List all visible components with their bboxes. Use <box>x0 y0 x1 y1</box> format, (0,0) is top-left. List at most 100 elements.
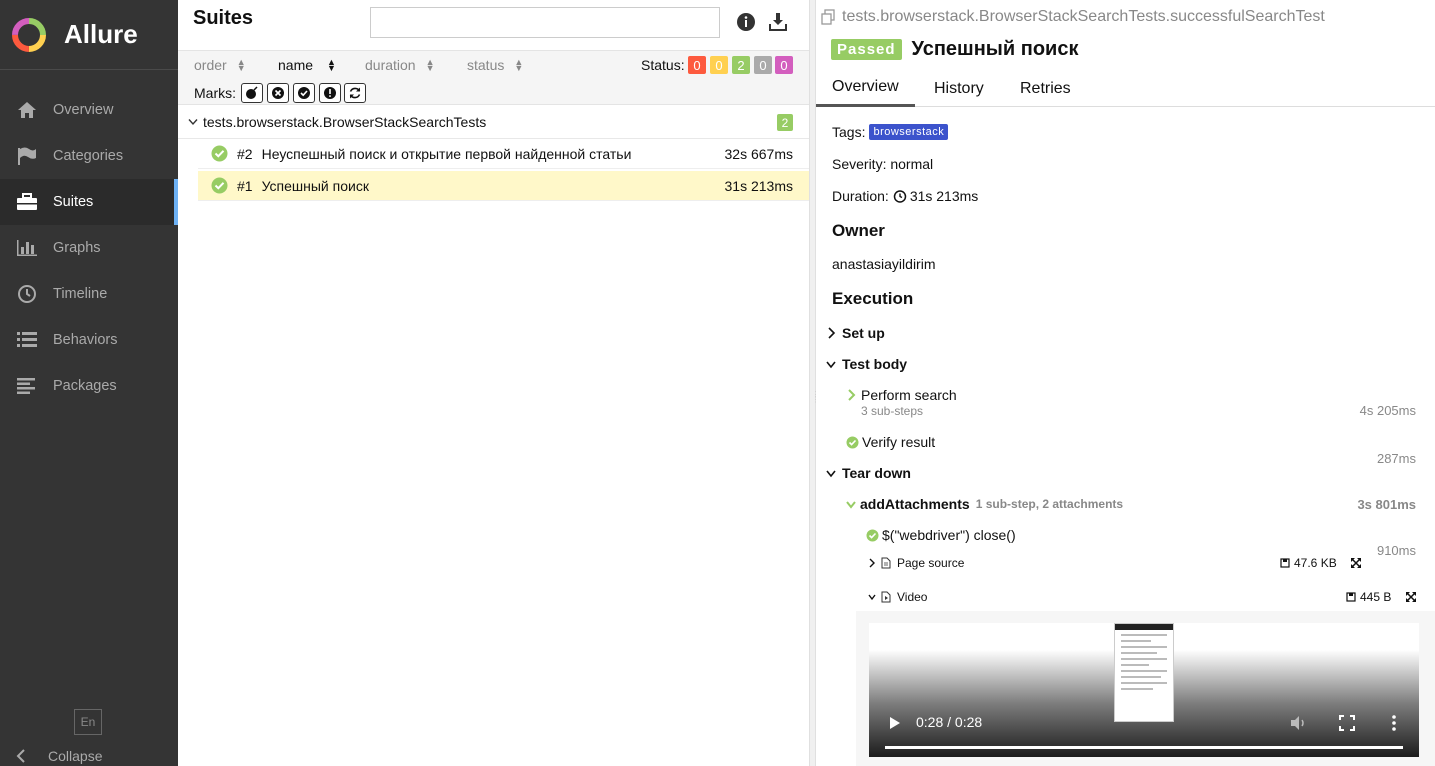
owner-heading: Owner <box>832 221 885 240</box>
test-row-selected[interactable]: #1 Успешный поиск 31s 213ms <box>198 171 810 201</box>
attachment-page-source[interactable]: Page source <box>868 556 964 570</box>
setup-label: Set up <box>842 325 885 341</box>
sort-duration[interactable]: duration ▲ ▼ <box>365 57 435 73</box>
check-circle-icon <box>866 529 879 541</box>
copy-icon[interactable] <box>820 9 836 25</box>
mark-new-failed-button[interactable] <box>267 83 289 103</box>
teardown-label: Tear down <box>842 465 911 481</box>
page-source-size-value: 47.6 KB <box>1294 556 1337 570</box>
page-source-label: Page source <box>897 556 965 570</box>
test-row[interactable]: #2 Неуспешный поиск и открытие первой на… <box>198 139 810 169</box>
suite-group-count-badge: 2 <box>777 114 793 131</box>
expand-icon[interactable] <box>1405 591 1417 603</box>
sidebar-item-suites[interactable]: Suites <box>0 179 178 225</box>
video-size-value: 445 B <box>1360 590 1392 604</box>
clock-icon <box>16 283 38 305</box>
video-time: 0:28 / 0:28 <box>916 714 983 730</box>
check-circle-icon <box>298 87 310 99</box>
download-icon[interactable] <box>768 12 788 32</box>
expand-icon[interactable] <box>1350 557 1362 569</box>
test-duration: 31s 213ms <box>724 177 793 194</box>
flag-icon <box>16 145 38 167</box>
tab-history[interactable]: History <box>918 70 1000 107</box>
sidebar-item-label: Graphs <box>53 240 101 256</box>
chevron-left-icon <box>16 749 25 763</box>
perform-search-time: 4s 205ms <box>1359 403 1416 418</box>
sort-bar: order ▲ ▼ name ▲ ▼ duration ▲ ▼ status ▲ ▼ Statu… <box>178 50 810 105</box>
sort-name[interactable]: name ▲ ▼ <box>278 57 336 73</box>
pane-splitter[interactable]: ⋮⋮ <box>809 0 820 766</box>
teardown-step[interactable]: Tear down <box>826 465 911 481</box>
refresh-icon <box>349 87 361 99</box>
video-player[interactable]: 0:28 / 0:28 <box>869 623 1419 757</box>
mark-flaky-button[interactable] <box>241 83 263 103</box>
sort-status[interactable]: status ▲ ▼ <box>467 57 523 73</box>
video-progress-bar[interactable] <box>885 746 1403 749</box>
fullscreen-icon[interactable] <box>1339 715 1355 731</box>
exclamation-circle-icon <box>324 87 336 99</box>
tab-overview[interactable]: Overview <box>816 70 915 107</box>
chevron-down-icon <box>826 470 836 478</box>
suite-group-row[interactable]: tests.browserstack.BrowserStackSearchTes… <box>178 106 810 139</box>
status-passed-toggle[interactable]: 2 <box>732 56 750 74</box>
play-icon[interactable] <box>889 716 901 730</box>
mark-retries-button[interactable] <box>344 83 366 103</box>
collapse-button[interactable]: Collapse <box>16 748 102 764</box>
sort-label: order <box>194 57 227 73</box>
sort-arrows-icon: ▲ ▼ <box>514 57 524 73</box>
test-result-pane: tests.browserstack.BrowserStackSearchTes… <box>816 0 1435 766</box>
status-broken-toggle[interactable]: 0 <box>710 56 728 74</box>
align-left-icon <box>16 375 38 397</box>
more-options-icon[interactable] <box>1391 714 1397 732</box>
status-skipped-toggle[interactable]: 0 <box>754 56 772 74</box>
language-button[interactable]: En <box>74 709 102 735</box>
sidebar-item-label: Overview <box>53 102 114 118</box>
setup-step[interactable]: Set up <box>826 325 885 341</box>
video-size: 445 B <box>1346 590 1391 604</box>
status-unknown-toggle[interactable]: 0 <box>775 56 793 74</box>
sort-arrows-icon: ▲ ▼ <box>236 57 246 73</box>
volume-icon[interactable] <box>1290 715 1308 731</box>
owner-value: anastasiayildirim <box>832 256 936 272</box>
test-body-step[interactable]: Test body <box>826 356 907 372</box>
sidebar-nav: Overview Categories Suites Graphs Timeli… <box>0 87 178 409</box>
webdriver-close-time: 910ms <box>1376 543 1416 558</box>
test-number: #2 <box>237 145 253 162</box>
check-circle-icon <box>846 436 859 448</box>
sidebar-item-behaviors[interactable]: Behaviors <box>0 317 178 363</box>
sidebar-item-categories[interactable]: Categories <box>0 133 178 179</box>
sidebar-item-timeline[interactable]: Timeline <box>0 271 178 317</box>
briefcase-icon <box>16 191 38 213</box>
search-input[interactable] <box>370 7 720 38</box>
status-failed-toggle[interactable]: 0 <box>688 56 706 74</box>
status-badge: Passed <box>831 39 902 60</box>
add-attachments-label: addAttachments <box>860 496 970 512</box>
home-icon <box>16 99 38 121</box>
sort-order[interactable]: order ▲ ▼ <box>194 57 246 73</box>
page-title: Suites <box>193 7 254 29</box>
status-label: Status: <box>641 57 685 73</box>
sidebar-item-packages[interactable]: Packages <box>0 363 178 409</box>
test-fullname: tests.browserstack.BrowserStackSearchTes… <box>820 8 1325 26</box>
mark-new-broken-button[interactable] <box>319 83 341 103</box>
add-attachments-step[interactable]: addAttachments 1 sub-step, 2 attachments <box>846 496 1123 512</box>
sidebar-item-graphs[interactable]: Graphs <box>0 225 178 271</box>
test-body-label: Test body <box>842 356 908 372</box>
page-source-size: 47.6 KB <box>1280 556 1337 570</box>
verify-result-step[interactable]: Verify result <box>846 434 935 450</box>
allure-logo-icon <box>12 17 46 52</box>
chevron-right-icon <box>828 327 836 339</box>
times-circle-icon <box>272 87 284 99</box>
mark-new-passed-button[interactable] <box>293 83 315 103</box>
tab-retries[interactable]: Retries <box>1004 70 1087 107</box>
video-attachment-area: 0:28 / 0:28 <box>856 611 1435 766</box>
chevron-down-icon <box>868 594 876 601</box>
brand-name: Allure <box>64 19 138 49</box>
sidebar-item-overview[interactable]: Overview <box>0 87 178 133</box>
info-icon[interactable] <box>736 12 756 32</box>
sort-label: duration <box>365 57 416 73</box>
webdriver-close-step[interactable]: $("webdriver") close() <box>866 527 1016 543</box>
attachment-video[interactable]: Video <box>868 590 927 604</box>
brand[interactable]: Allure <box>0 0 178 70</box>
perform-search-step[interactable]: Perform search <box>846 387 957 403</box>
